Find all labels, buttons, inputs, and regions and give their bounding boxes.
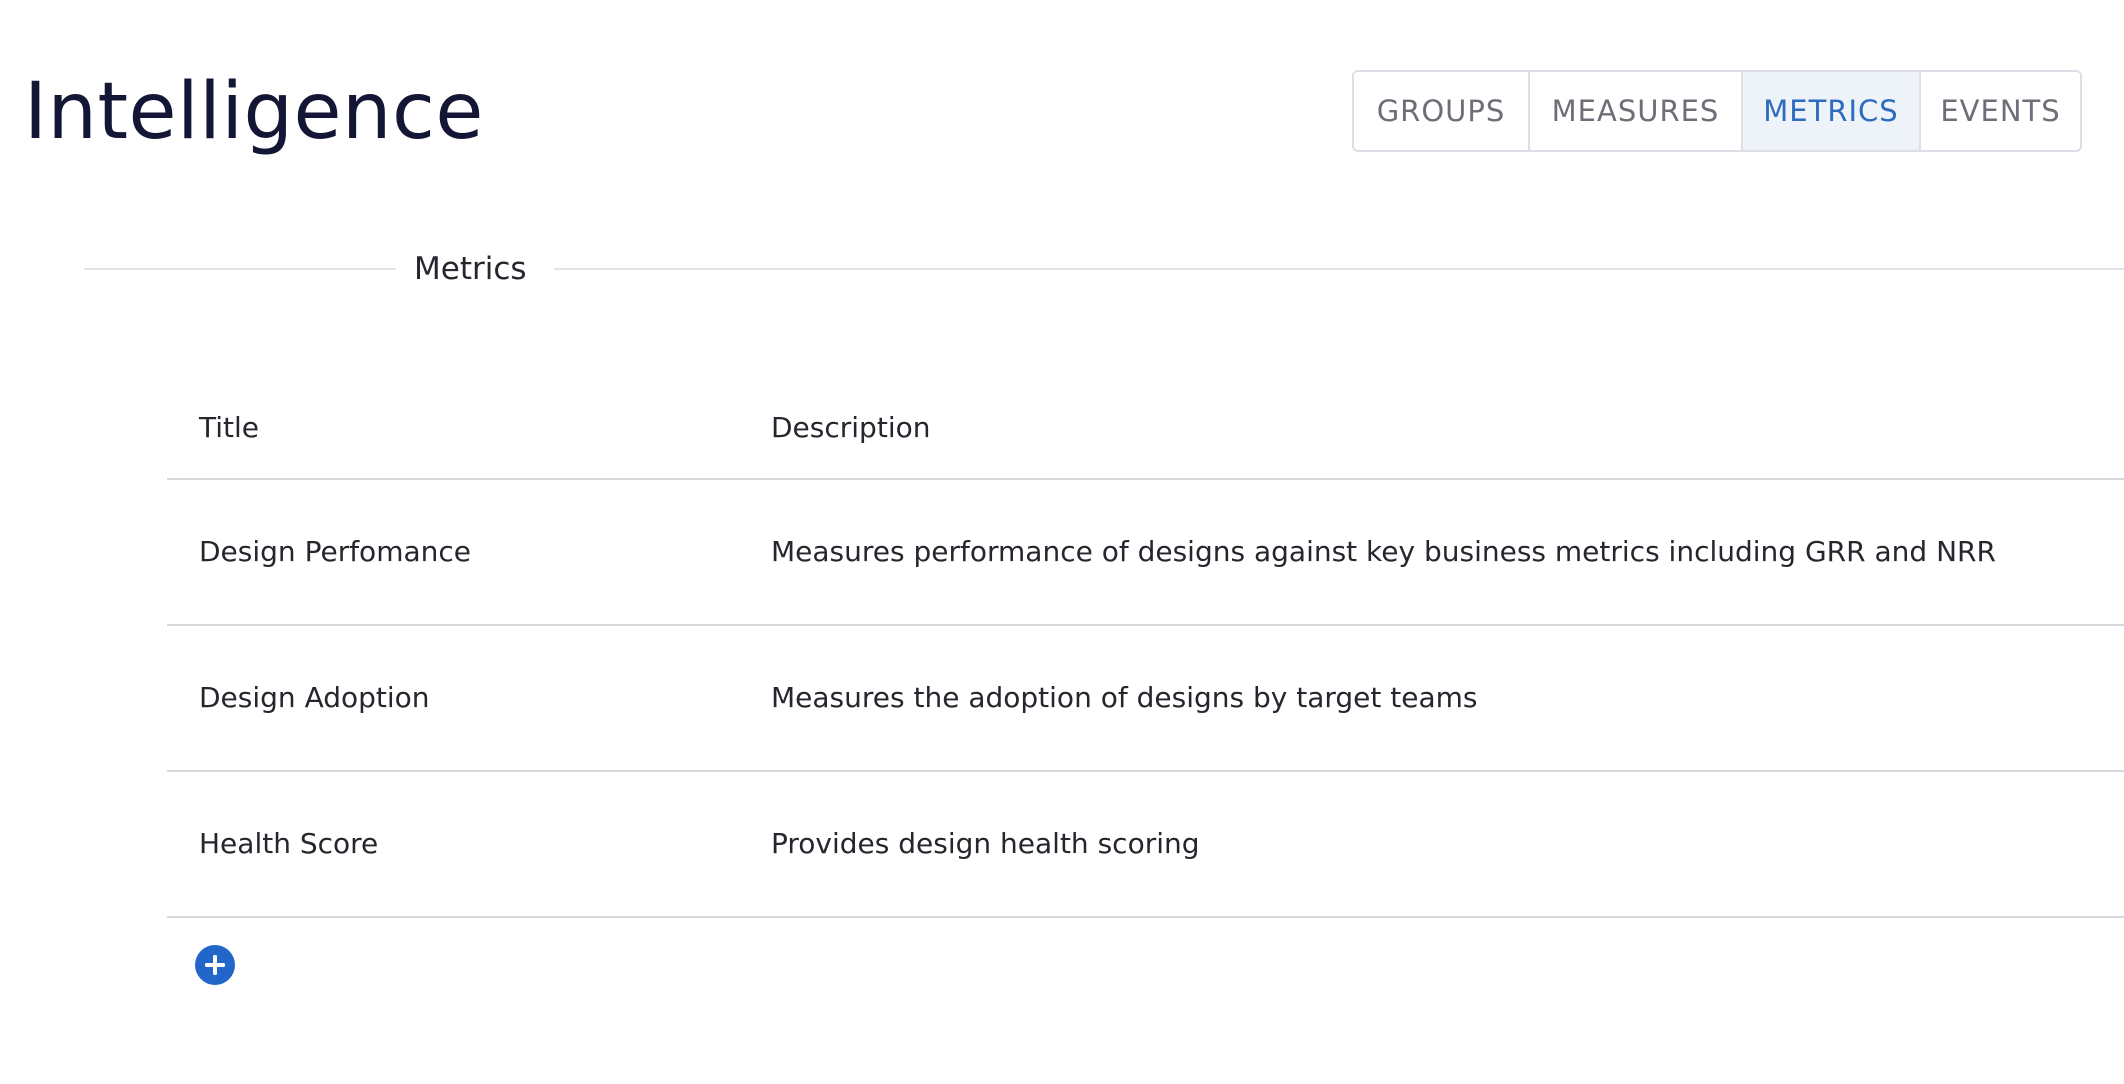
- metric-description: Measures performance of designs against …: [771, 535, 1996, 568]
- column-header-title: Title: [199, 411, 260, 444]
- section-title: Metrics: [414, 251, 527, 287]
- table-header: Title Description: [167, 394, 2124, 480]
- table-row[interactable]: Health Score Provides design health scor…: [167, 772, 2124, 918]
- tab-groups[interactable]: GROUPS: [1354, 72, 1528, 150]
- plus-circle-icon: [205, 955, 225, 975]
- metric-title: Design Adoption: [199, 681, 430, 714]
- metric-title: Design Perfomance: [199, 535, 471, 568]
- tab-events[interactable]: EVENTS: [1919, 72, 2080, 150]
- divider-line: [554, 268, 2124, 270]
- metric-description: Provides design health scoring: [771, 827, 1200, 860]
- tab-measures[interactable]: MEASURES: [1528, 72, 1741, 150]
- table-row[interactable]: Design Perfomance Measures performance o…: [167, 480, 2124, 626]
- page-title: Intelligence: [24, 67, 484, 157]
- tab-metrics[interactable]: METRICS: [1741, 72, 1919, 150]
- metrics-table: Title Description Design Perfomance Meas…: [167, 394, 2124, 918]
- divider-line: [84, 268, 396, 270]
- page: Intelligence GROUPS MEASURES METRICS EVE…: [0, 0, 2124, 1084]
- metric-description: Measures the adoption of designs by targ…: [771, 681, 1478, 714]
- metric-title: Health Score: [199, 827, 379, 860]
- column-header-description: Description: [771, 411, 931, 444]
- table-row[interactable]: Design Adoption Measures the adoption of…: [167, 626, 2124, 772]
- add-metric-button[interactable]: [195, 945, 235, 985]
- section-divider: Metrics: [84, 246, 2124, 292]
- view-tabs: GROUPS MEASURES METRICS EVENTS: [1352, 70, 2082, 152]
